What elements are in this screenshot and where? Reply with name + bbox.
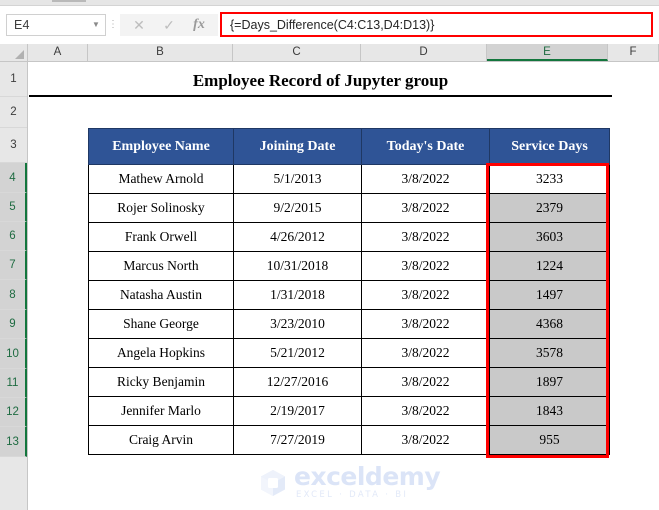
cell-joining-date[interactable]: 4/26/2012 (233, 222, 362, 252)
check-icon[interactable]: ✓ (154, 14, 184, 36)
cell-todays-date[interactable]: 3/8/2022 (361, 309, 490, 339)
formula-input[interactable]: {=Days_Difference(C4:C13,D4:D13)} (220, 12, 653, 37)
table-row[interactable]: Mathew Arnold 5/1/2013 3/8/2022 3233 (88, 164, 610, 194)
cell-employee-name[interactable]: Frank Orwell (88, 222, 234, 252)
row-header-7[interactable]: 7 (0, 251, 27, 280)
cell-joining-date[interactable]: 1/31/2018 (233, 280, 362, 310)
cell-todays-date[interactable]: 3/8/2022 (361, 222, 490, 252)
table-row[interactable]: Ricky Benjamin 12/27/2016 3/8/2022 1897 (88, 367, 610, 397)
row-header-9[interactable]: 9 (0, 310, 27, 339)
name-box[interactable]: E4 ▼ (6, 13, 106, 36)
column-header-d[interactable]: D (361, 44, 487, 61)
column-header-todays-date[interactable]: Today's Date (361, 128, 490, 165)
column-header-f[interactable]: F (608, 44, 659, 61)
column-header-service-days[interactable]: Service Days (489, 128, 610, 165)
table-row[interactable]: Jennifer Marlo 2/19/2017 3/8/2022 1843 (88, 396, 610, 426)
column-header-band: A B C D E F (0, 44, 659, 62)
cell-service-days[interactable]: 4368 (489, 309, 610, 339)
formula-bar: E4 ▼ ⋮ ✕ ✓ fx {=Days_Difference(C4:C13,D… (0, 7, 659, 42)
chevron-down-icon[interactable]: ▼ (87, 20, 105, 29)
cell-todays-date[interactable]: 3/8/2022 (361, 251, 490, 281)
cell-employee-name[interactable]: Marcus North (88, 251, 234, 281)
cell-employee-name[interactable]: Jennifer Marlo (88, 396, 234, 426)
row-header-6[interactable]: 6 (0, 222, 27, 251)
page-title: Employee Record of Jupyter group (29, 64, 612, 97)
fx-icon[interactable]: fx (184, 14, 214, 36)
cell-service-days[interactable]: 1497 (489, 280, 610, 310)
column-header-a[interactable]: A (28, 44, 88, 61)
row-header-4[interactable]: 4 (0, 163, 27, 193)
table-row[interactable]: Rojer Solinosky 9/2/2015 3/8/2022 2379 (88, 193, 610, 223)
formula-text: {=Days_Difference(C4:C13,D4:D13)} (230, 17, 435, 32)
cell-employee-name[interactable]: Natasha Austin (88, 280, 234, 310)
cell-joining-date[interactable]: 5/21/2012 (233, 338, 362, 368)
table-row[interactable]: Marcus North 10/31/2018 3/8/2022 1224 (88, 251, 610, 281)
cell-joining-date[interactable]: 7/27/2019 (233, 425, 362, 455)
cell-todays-date[interactable]: 3/8/2022 (361, 425, 490, 455)
column-header-e[interactable]: E (487, 44, 608, 61)
cell-employee-name[interactable]: Craig Arvin (88, 425, 234, 455)
select-all-triangle-icon (15, 50, 24, 59)
cell-employee-name[interactable]: Rojer Solinosky (88, 193, 234, 223)
cell-todays-date[interactable]: 3/8/2022 (361, 193, 490, 223)
table-row[interactable]: Shane George 3/23/2010 3/8/2022 4368 (88, 309, 610, 339)
cell-todays-date[interactable]: 3/8/2022 (361, 280, 490, 310)
table-row[interactable]: Frank Orwell 4/26/2012 3/8/2022 3603 (88, 222, 610, 252)
ribbon-remnant (0, 0, 659, 6)
row-header-13[interactable]: 13 (0, 427, 27, 457)
table-header-row: Employee Name Joining Date Today's Date … (88, 128, 610, 165)
cell-todays-date[interactable]: 3/8/2022 (361, 396, 490, 426)
table-row[interactable]: Angela Hopkins 5/21/2012 3/8/2022 3578 (88, 338, 610, 368)
formula-bar-actions: ✕ ✓ fx (120, 13, 218, 36)
cell-joining-date[interactable]: 2/19/2017 (233, 396, 362, 426)
cell-service-days[interactable]: 2379 (489, 193, 610, 223)
cell-todays-date[interactable]: 3/8/2022 (361, 367, 490, 397)
column-header-c[interactable]: C (233, 44, 361, 61)
row-header-8[interactable]: 8 (0, 280, 27, 310)
close-icon[interactable]: ✕ (124, 14, 154, 36)
cell-service-days[interactable]: 1224 (489, 251, 610, 281)
cell-employee-name[interactable]: Shane George (88, 309, 234, 339)
row-header-2[interactable]: 2 (0, 97, 27, 128)
column-header-b[interactable]: B (88, 44, 233, 61)
table-row[interactable]: Natasha Austin 1/31/2018 3/8/2022 1497 (88, 280, 610, 310)
cell-joining-date[interactable]: 5/1/2013 (233, 164, 362, 194)
table-row[interactable]: Craig Arvin 7/27/2019 3/8/2022 955 (88, 425, 610, 455)
cell-service-days[interactable]: 3233 (489, 164, 610, 194)
row-header-11[interactable]: 11 (0, 369, 27, 398)
cell-service-days[interactable]: 955 (489, 425, 610, 455)
cell-joining-date[interactable]: 10/31/2018 (233, 251, 362, 281)
row-header-12[interactable]: 12 (0, 398, 27, 427)
cell-service-days[interactable]: 3603 (489, 222, 610, 252)
cell-joining-date[interactable]: 12/27/2016 (233, 367, 362, 397)
cell-todays-date[interactable]: 3/8/2022 (361, 164, 490, 194)
row-header-gutter: 1 2 3 4 5 6 7 8 9 10 11 12 13 (0, 62, 28, 510)
cell-todays-date[interactable]: 3/8/2022 (361, 338, 490, 368)
row-header-3[interactable]: 3 (0, 128, 27, 163)
row-header-1[interactable]: 1 (0, 62, 27, 97)
select-all-corner[interactable] (0, 44, 28, 61)
row-header-5[interactable]: 5 (0, 193, 27, 222)
cell-joining-date[interactable]: 9/2/2015 (233, 193, 362, 223)
cell-employee-name[interactable]: Angela Hopkins (88, 338, 234, 368)
cell-service-days[interactable]: 1843 (489, 396, 610, 426)
row-header-10[interactable]: 10 (0, 339, 27, 369)
column-header-joining-date[interactable]: Joining Date (233, 128, 362, 165)
cell-employee-name[interactable]: Ricky Benjamin (88, 367, 234, 397)
cell-employee-name[interactable]: Mathew Arnold (88, 164, 234, 194)
name-box-value: E4 (14, 17, 30, 32)
column-header-employee-name[interactable]: Employee Name (88, 128, 234, 165)
formula-bar-grip: ⋮ (108, 18, 118, 30)
employee-record-table: Employee Name Joining Date Today's Date … (88, 128, 610, 455)
cell-service-days[interactable]: 3578 (489, 338, 610, 368)
cell-joining-date[interactable]: 3/23/2010 (233, 309, 362, 339)
cell-service-days[interactable]: 1897 (489, 367, 610, 397)
